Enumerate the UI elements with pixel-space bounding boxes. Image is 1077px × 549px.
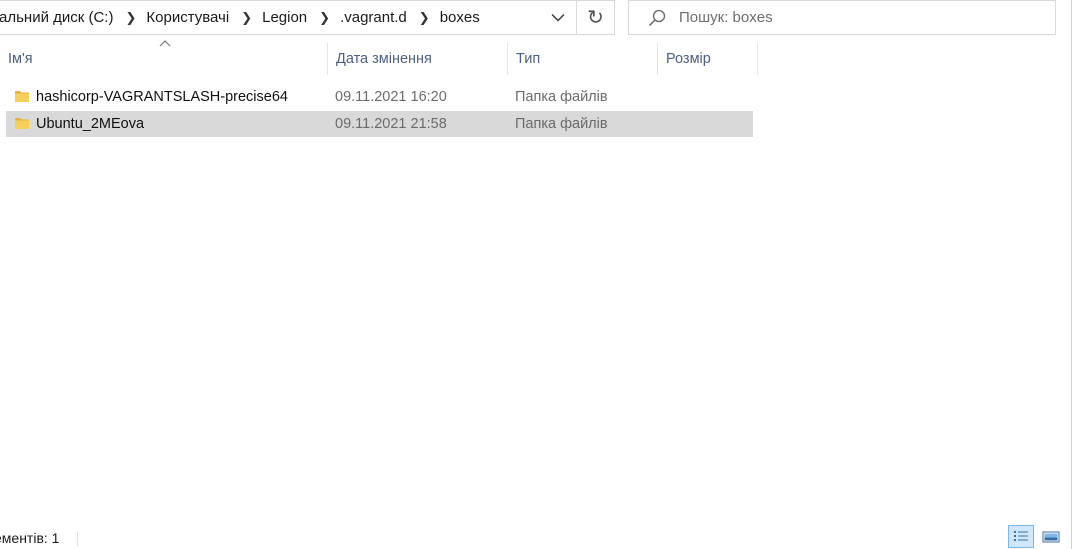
- large-icons-view-button[interactable]: [1038, 525, 1064, 548]
- file-row[interactable]: hashicorp-VAGRANTSLASH-precise64 09.11.2…: [6, 84, 753, 110]
- file-date: 09.11.2021 16:20: [335, 89, 447, 105]
- file-row-selected[interactable]: Ubuntu_2MEova 09.11.2021 21:58 Папка фай…: [6, 111, 753, 137]
- search-placeholder: Пошук: boxes: [679, 9, 773, 26]
- refresh-icon: ↻: [587, 7, 604, 29]
- file-type: Папка файлів: [515, 89, 608, 105]
- column-headers: Ім'я Дата змінення Тип Розмір: [0, 40, 760, 75]
- file-explorer-window: альний диск (C:) ❯ Користувачі ❯ Legion …: [0, 0, 1077, 549]
- details-view-button[interactable]: [1008, 525, 1034, 548]
- window-edge: [1071, 0, 1072, 549]
- breadcrumb-drive[interactable]: альний диск (C:): [0, 9, 117, 26]
- folder-icon: [15, 91, 29, 102]
- chevron-right-icon[interactable]: ❯: [311, 10, 336, 26]
- address-bar[interactable]: альний диск (C:) ❯ Користувачі ❯ Legion …: [0, 0, 577, 35]
- item-count: ементів: 1: [0, 530, 60, 546]
- column-header-name[interactable]: Ім'я: [0, 40, 328, 75]
- chevron-right-icon[interactable]: ❯: [411, 10, 436, 26]
- column-header-date[interactable]: Дата змінення: [328, 40, 508, 75]
- status-divider: [77, 532, 78, 546]
- breadcrumb-users[interactable]: Користувачі: [142, 9, 233, 26]
- large-icons-view-icon: [1042, 531, 1060, 542]
- file-name: Ubuntu_2MEova: [36, 116, 145, 132]
- refresh-button[interactable]: ↻: [577, 0, 615, 35]
- status-bar: ементів: 1: [0, 526, 200, 549]
- column-divider[interactable]: [757, 43, 758, 75]
- column-header-type[interactable]: Тип: [508, 40, 658, 75]
- address-history-dropdown[interactable]: [540, 1, 576, 34]
- chevron-right-icon[interactable]: ❯: [233, 10, 258, 26]
- chevron-down-icon: [551, 14, 565, 22]
- breadcrumb-boxes[interactable]: boxes: [436, 9, 484, 26]
- search-box[interactable]: Пошук: boxes: [628, 0, 1056, 35]
- details-view-icon: [1014, 530, 1028, 541]
- chevron-right-icon[interactable]: ❯: [117, 10, 142, 26]
- breadcrumb-vagrant[interactable]: .vagrant.d: [336, 9, 411, 26]
- file-type: Папка файлів: [515, 116, 608, 132]
- search-icon: [648, 9, 666, 26]
- file-date: 09.11.2021 21:58: [335, 116, 447, 132]
- file-name: hashicorp-VAGRANTSLASH-precise64: [36, 89, 288, 105]
- column-header-size[interactable]: Розмір: [658, 40, 758, 75]
- folder-icon: [15, 118, 29, 129]
- breadcrumb-legion[interactable]: Legion: [258, 9, 311, 26]
